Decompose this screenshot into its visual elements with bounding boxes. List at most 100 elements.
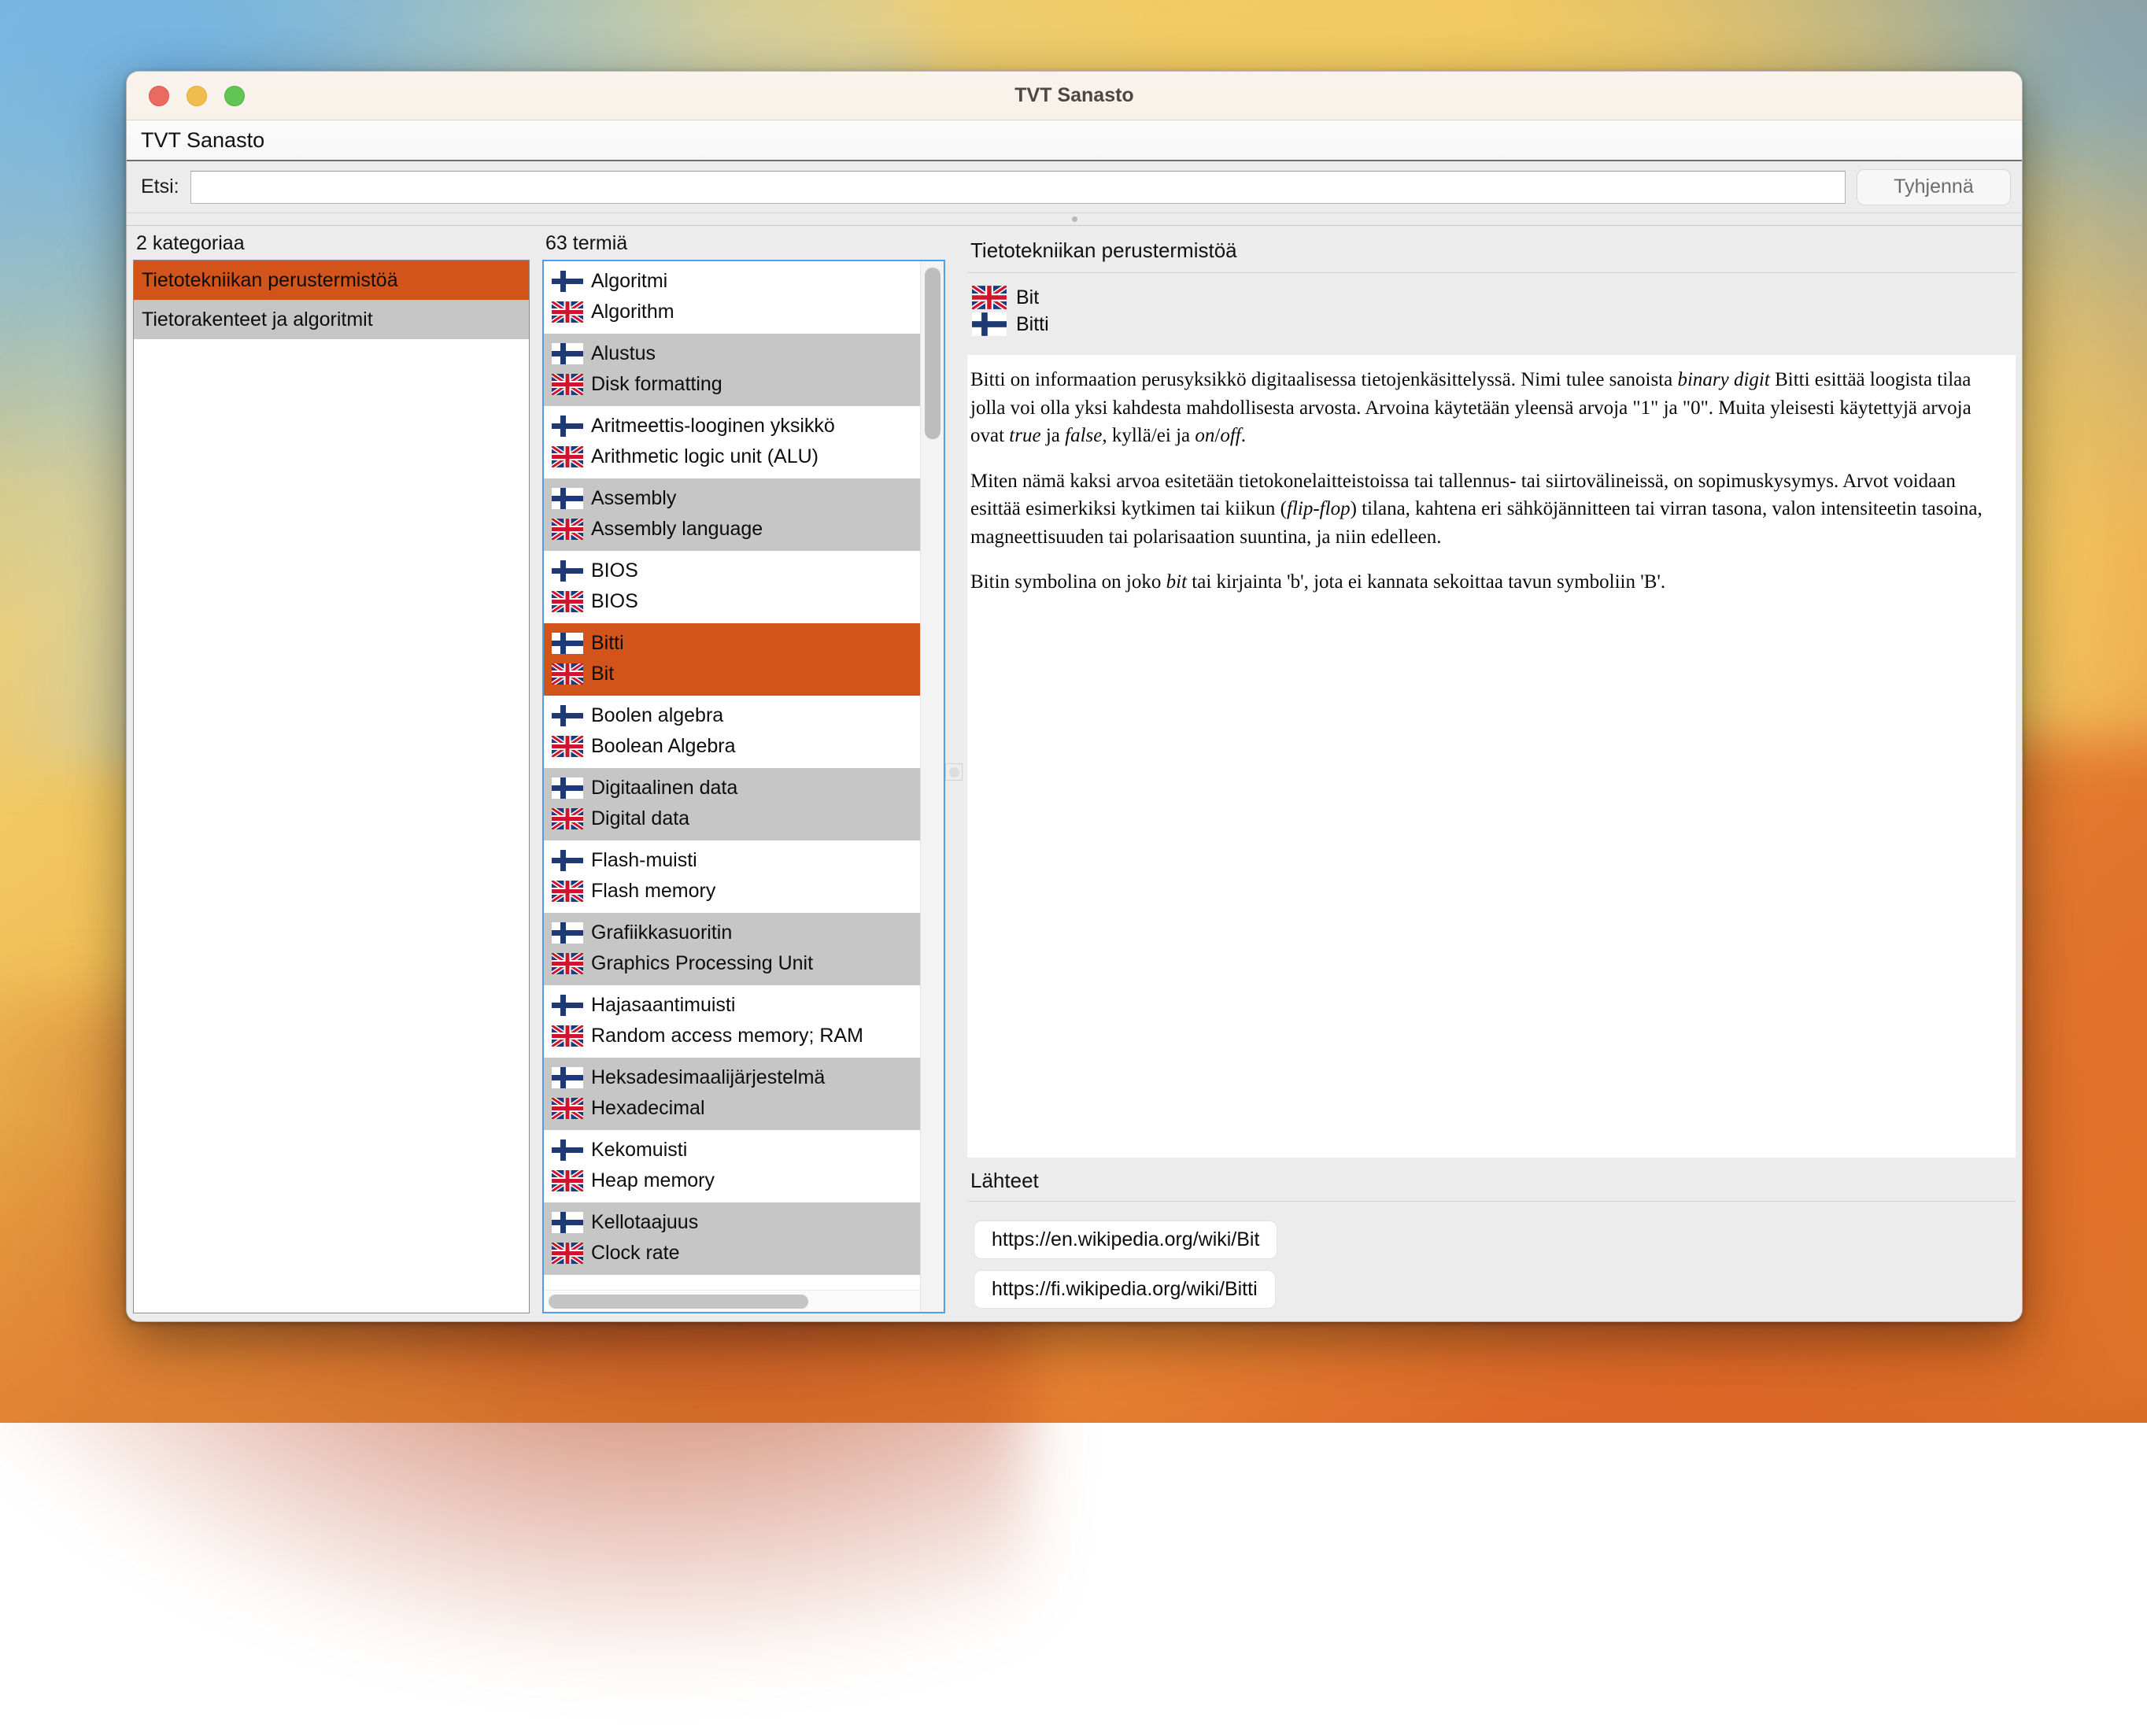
term-finnish-label: Aritmeettis-looginen yksikkö <box>591 415 835 438</box>
finland-flag-icon <box>552 633 583 654</box>
term-finnish-label: Digitaalinen data <box>591 777 737 800</box>
term-english-line: Flash memory <box>544 876 920 907</box>
category-label: Tietorakenteet ja algoritmit <box>142 308 373 331</box>
term-finnish-line: Digitaalinen data <box>544 773 920 803</box>
term-english-label: Heap memory <box>591 1169 715 1192</box>
detail-headword-fi: Bitti <box>972 311 2016 338</box>
term-english-label: Disk formatting <box>591 373 722 396</box>
zoom-button[interactable] <box>224 86 245 106</box>
term-english-line: Random access memory; RAM <box>544 1021 920 1051</box>
terms-vertical-scrollbar[interactable] <box>920 261 944 1312</box>
term-list-item[interactable]: KekomuistiHeap memory <box>544 1130 920 1202</box>
detail-headword-list: BitBitti <box>967 284 2016 338</box>
toolbar-resize-grip[interactable] <box>127 213 2022 226</box>
term-finnish-line: Alustus <box>544 338 920 369</box>
finland-flag-icon <box>552 343 583 364</box>
detail-headword-label: Bit <box>1016 286 1039 309</box>
finland-flag-icon <box>552 488 583 509</box>
term-list-item[interactable]: AlgoritmiAlgorithm <box>544 261 920 334</box>
term-finnish-line: Assembly <box>544 483 920 514</box>
term-list-item[interactable]: Hajasaantimuisti Random access memory; RA… <box>544 985 920 1058</box>
term-list-item[interactable]: Flash-muisti Flash memory <box>544 840 920 913</box>
finland-flag-icon <box>552 778 583 799</box>
term-finnish-line: Algoritmi <box>544 266 920 297</box>
term-list-item[interactable]: HeksadesimaalijärjestelmäHexadecimal <box>544 1058 920 1130</box>
term-finnish-line: Hajasaantimuisti <box>544 990 920 1021</box>
term-english-label: Arithmetic logic unit (ALU) <box>591 445 819 468</box>
term-english-line: Assembly language <box>544 514 920 545</box>
search-input[interactable] <box>190 171 1846 204</box>
terms-count-label: 63 termiä <box>542 231 945 260</box>
term-english-label: Flash memory <box>591 880 715 903</box>
term-english-line: Bit <box>544 659 920 689</box>
clear-search-button[interactable]: Tyhjennä <box>1857 169 2011 205</box>
source-link[interactable]: https://fi.wikipedia.org/wiki/Bitti <box>974 1270 1276 1309</box>
split-divider-grip[interactable] <box>945 763 963 781</box>
term-finnish-label: Flash-muisti <box>591 849 697 872</box>
detail-headword-en: Bit <box>972 284 2016 311</box>
finland-flag-icon <box>972 312 1007 336</box>
term-list-item[interactable]: GrafiikkasuoritinGraphics Processing Uni… <box>544 913 920 985</box>
term-list-item[interactable]: AssemblyAssembly language <box>544 478 920 551</box>
term-finnish-line: Flash-muisti <box>544 845 920 876</box>
term-english-line: Disk formatting <box>544 369 920 400</box>
uk-flag-icon <box>552 663 583 685</box>
term-english-line: Heap memory <box>544 1165 920 1196</box>
terms-horizontal-scrollbar[interactable] <box>544 1290 920 1312</box>
detail-description-body: Bitti on informaation perusyksikkö digit… <box>967 355 2016 1158</box>
term-english-label: Clock rate <box>591 1242 680 1265</box>
category-list-item[interactable]: Tietorakenteet ja algoritmit <box>134 300 529 339</box>
terms-list[interactable]: AlgoritmiAlgorithm Alustus Disk formatting… <box>544 261 920 1290</box>
term-list-item[interactable]: Digitaalinen data Digital data <box>544 768 920 840</box>
source-link[interactable]: https://en.wikipedia.org/wiki/Bit <box>974 1221 1277 1259</box>
uk-flag-icon <box>552 808 583 829</box>
finland-flag-icon <box>552 1139 583 1161</box>
finland-flag-icon <box>552 1067 583 1088</box>
term-finnish-line: BIOS <box>544 556 920 586</box>
terms-vertical-scroll-thumb[interactable] <box>925 268 940 439</box>
finland-flag-icon <box>552 850 583 871</box>
term-finnish-label: Heksadesimaalijärjestelmä <box>591 1066 825 1089</box>
finland-flag-icon <box>552 995 583 1016</box>
uk-flag-icon <box>552 881 583 902</box>
finland-flag-icon <box>552 416 583 437</box>
term-list-item[interactable]: BIOSBIOS <box>544 551 920 623</box>
term-english-label: Digital data <box>591 807 689 830</box>
uk-flag-icon <box>972 286 1007 309</box>
term-finnish-line: Aritmeettis-looginen yksikkö <box>544 411 920 441</box>
term-list-item[interactable]: BittiBit <box>544 623 920 696</box>
uk-flag-icon <box>552 1243 583 1264</box>
term-finnish-label: Kellotaajuus <box>591 1211 698 1234</box>
split-pane-divider[interactable] <box>945 231 963 1313</box>
terms-list-clip: AlgoritmiAlgorithm Alustus Disk formatting… <box>544 261 920 1312</box>
detail-pane: Tietotekniikan perustermistöä BitBitti B… <box>963 231 2016 1313</box>
uk-flag-icon <box>552 446 583 467</box>
term-list-item[interactable]: Boolen algebraBoolean Algebra <box>544 696 920 768</box>
terms-horizontal-scroll-thumb[interactable] <box>549 1295 808 1309</box>
terms-pane: 63 termiä AlgoritmiAlgorithm Alustus Disk … <box>542 231 945 1313</box>
categories-list[interactable]: Tietotekniikan perustermistöä Tietorakent… <box>133 260 530 1313</box>
search-toolbar: Etsi: Tyhjennä <box>127 161 2022 213</box>
finland-flag-icon <box>552 922 583 944</box>
detail-paragraph: Bitin symbolina on joko bit tai kirjaint… <box>970 568 2001 597</box>
window-title: TVT Sanasto <box>127 84 2022 107</box>
uk-flag-icon <box>552 1025 583 1047</box>
term-english-label: Boolean Algebra <box>591 735 735 758</box>
sources-divider-rule <box>967 1201 2016 1202</box>
term-english-line: Clock rate <box>544 1238 920 1269</box>
finland-flag-icon <box>552 705 583 726</box>
minimize-button[interactable] <box>187 86 207 106</box>
term-list-item[interactable]: Alustus Disk formatting <box>544 334 920 406</box>
close-button[interactable] <box>149 86 169 106</box>
term-english-line: Algorithm <box>544 297 920 327</box>
traffic-light-group <box>127 86 245 106</box>
term-list-item[interactable]: Kellotaajuus Clock rate <box>544 1202 920 1275</box>
terms-scroll-container: AlgoritmiAlgorithm Alustus Disk formatting… <box>542 260 945 1313</box>
categories-count-label: 2 kategoriaa <box>133 231 530 260</box>
term-list-item[interactable]: Aritmeettis-looginen yksikkö Arithmetic l… <box>544 406 920 478</box>
detail-divider-rule <box>967 272 2016 273</box>
window-titlebar: TVT Sanasto <box>127 72 2022 120</box>
category-list-item[interactable]: Tietotekniikan perustermistöä <box>134 260 529 300</box>
term-finnish-label: Hajasaantimuisti <box>591 994 735 1017</box>
sources-list: https://en.wikipedia.org/wiki/Bit https:/… <box>967 1213 2016 1313</box>
